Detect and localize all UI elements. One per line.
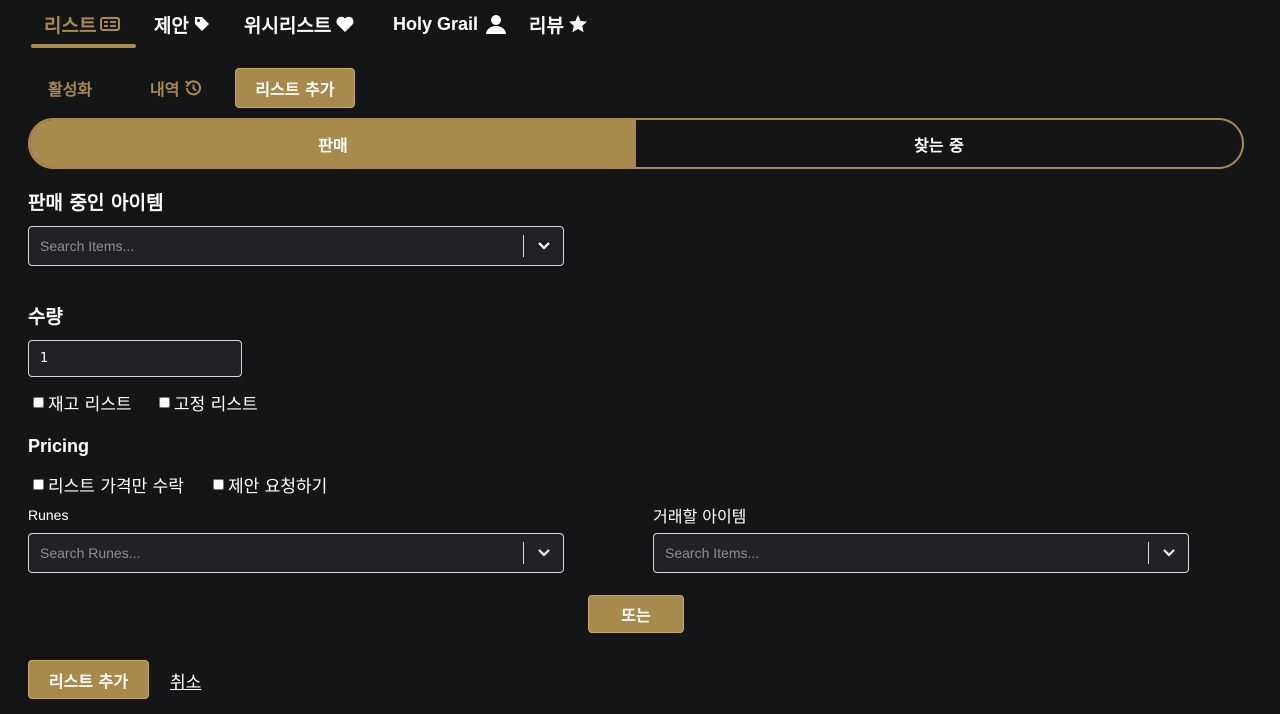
nav-tab-listings[interactable]: 리스트	[44, 10, 121, 38]
listing-type-toggle: 판매 찾는 중	[28, 118, 1244, 169]
nav-tab-wishlist[interactable]: 위시리스트	[244, 10, 355, 38]
nav-active-indicator	[31, 44, 136, 48]
item-search-placeholder: Search Items...	[40, 238, 135, 254]
nav-tab-reviews[interactable]: 리뷰	[529, 10, 588, 38]
nav-tab-label: 제안	[154, 14, 189, 37]
nav-tab-label: 리스트	[44, 14, 97, 37]
quantity-title: 수량	[28, 306, 63, 328]
subtab-active[interactable]: 활성화	[48, 68, 92, 108]
checkbox-label: 리스트 가격만 수락	[48, 477, 184, 497]
fixed-listing-checkbox[interactable]: 고정 리스트	[159, 390, 258, 415]
pricing-title: Pricing	[28, 436, 90, 456]
chevron-down-icon[interactable]	[524, 548, 563, 558]
nav-tab-label: 리뷰	[529, 14, 564, 37]
toggle-option-sell[interactable]: 판매	[30, 120, 636, 167]
history-icon	[185, 80, 202, 96]
user-icon	[486, 15, 507, 34]
checkbox-label: 제안 요청하기	[228, 477, 328, 497]
nav-tab-offers[interactable]: 제안	[154, 10, 211, 38]
checkbox-label: 고정 리스트	[174, 395, 258, 415]
chevron-down-icon[interactable]	[524, 241, 563, 251]
request-offer-checkbox[interactable]: 제안 요청하기	[213, 472, 327, 497]
or-button[interactable]: 또는	[588, 595, 684, 633]
trade-items-label: 거래할 아이템	[653, 507, 747, 526]
inventory-listing-checkbox[interactable]: 재고 리스트	[33, 390, 132, 415]
accept-list-price-checkbox[interactable]: 리스트 가격만 수락	[33, 472, 184, 497]
heart-icon	[336, 16, 354, 32]
subtab-add-listing[interactable]: 리스트 추가	[235, 68, 355, 108]
subtab-history[interactable]: 내역	[150, 68, 203, 108]
checkbox-box[interactable]	[33, 479, 44, 490]
checkbox-box[interactable]	[159, 397, 170, 408]
toggle-option-looking[interactable]: 찾는 중	[636, 120, 1242, 167]
runes-search-select[interactable]: Search Runes...	[28, 533, 564, 573]
trade-item-search-select[interactable]: Search Items...	[653, 533, 1189, 573]
chevron-down-icon[interactable]	[1149, 548, 1188, 558]
star-icon	[568, 15, 587, 33]
add-listing-submit-button[interactable]: 리스트 추가	[28, 660, 149, 699]
checkbox-box[interactable]	[33, 397, 44, 408]
items-section-title: 판매 중인 아이템	[28, 192, 164, 214]
nav-tab-holy-grail[interactable]: Holy Grail	[393, 10, 507, 38]
top-nav: 리스트 제안 위시리스트 Holy Grail 리뷰	[0, 0, 1280, 52]
subtab-label: 활성화	[48, 80, 93, 99]
checkbox-box[interactable]	[213, 479, 224, 490]
tag-icon	[194, 17, 209, 31]
subtab-label: 내역	[150, 80, 180, 99]
item-search-select[interactable]: Search Items...	[28, 226, 564, 266]
nav-tab-label: Holy Grail	[393, 13, 479, 34]
list-card-icon	[100, 17, 121, 31]
nav-tab-label: 위시리스트	[244, 14, 332, 37]
runes-label: Runes	[28, 507, 69, 523]
runes-search-placeholder: Search Runes...	[40, 545, 141, 561]
cancel-link[interactable]: 취소	[170, 668, 201, 693]
subtab-label: 리스트 추가	[255, 80, 335, 99]
trade-item-search-placeholder: Search Items...	[665, 545, 760, 561]
checkbox-label: 재고 리스트	[48, 395, 132, 415]
quantity-input[interactable]: 1	[28, 340, 242, 377]
